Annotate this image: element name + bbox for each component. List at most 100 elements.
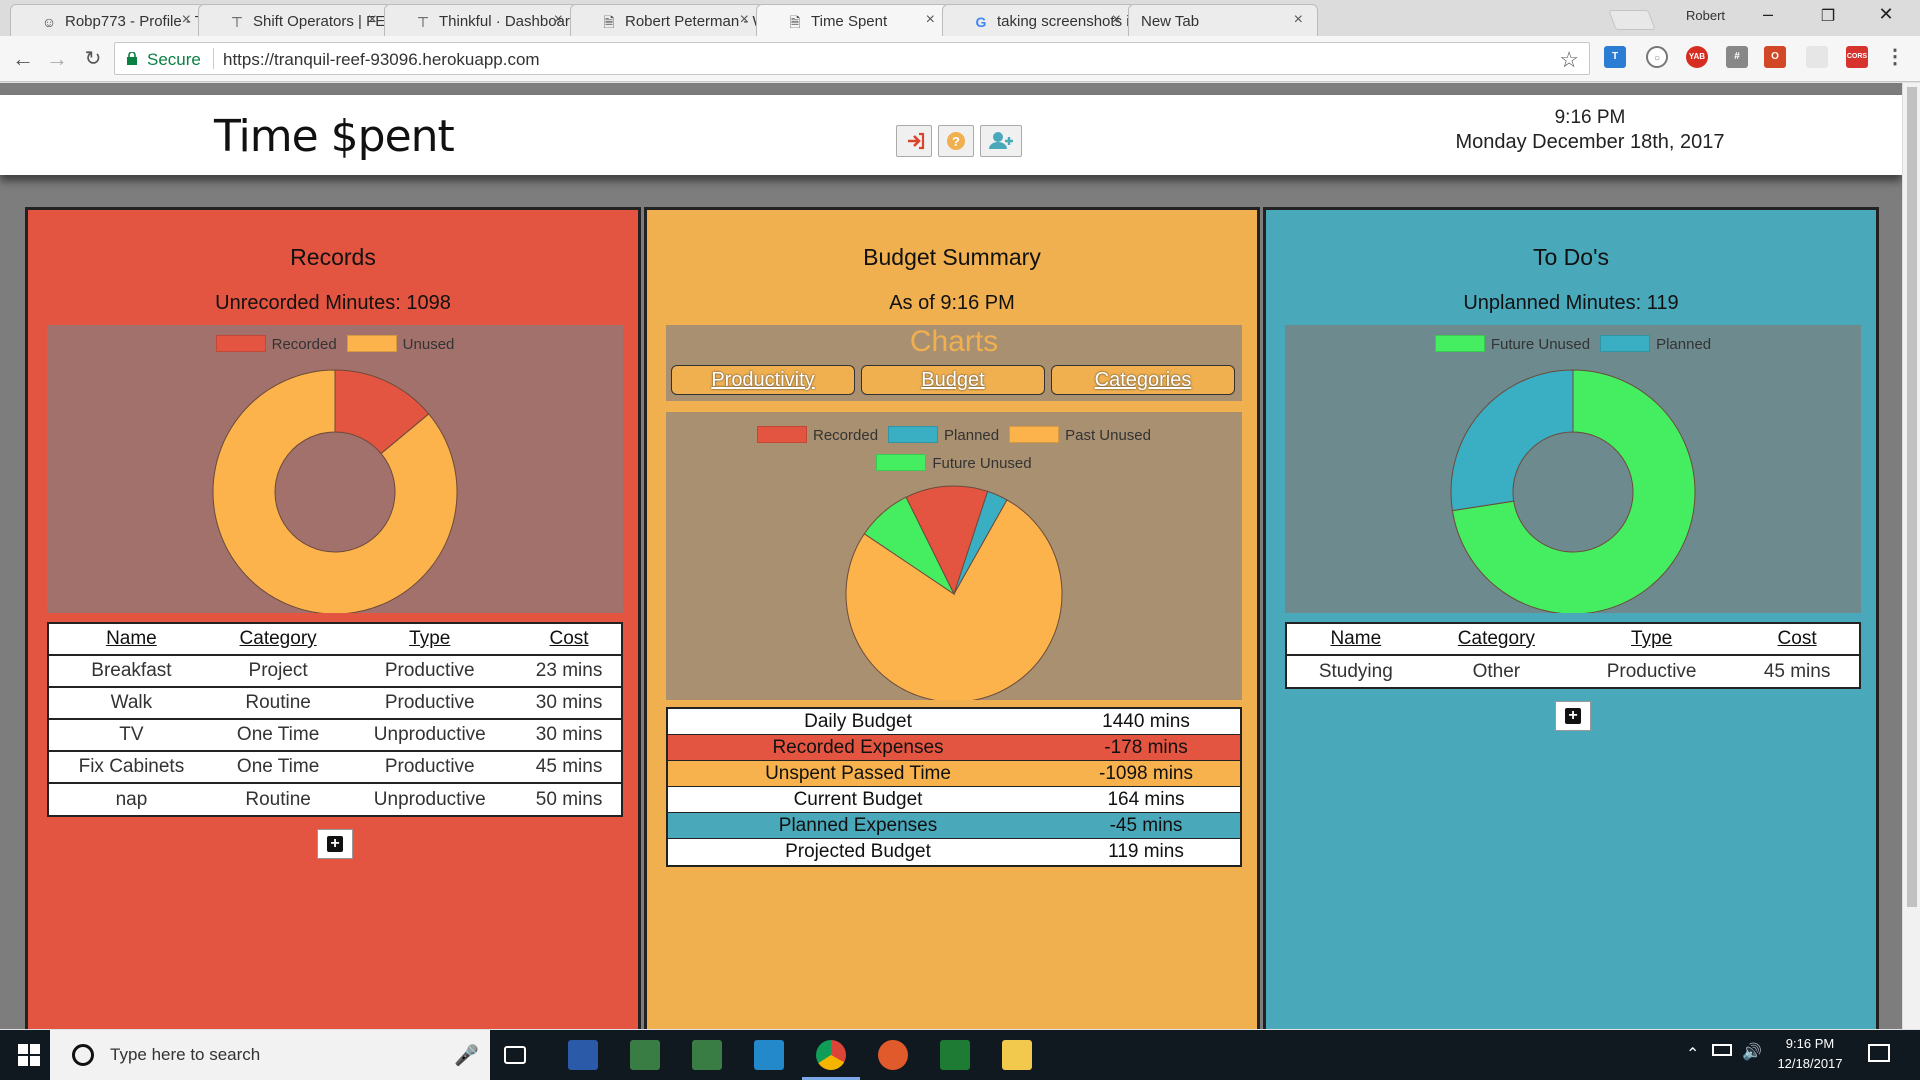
puzzle-ext-icon[interactable]: # (1726, 46, 1748, 68)
circle-ext-icon[interactable]: ○ (1646, 46, 1668, 68)
todos-table: Name Category Type Cost Studying Other Produc… (1285, 622, 1861, 689)
cors-ext-icon[interactable]: CORS (1846, 46, 1868, 68)
chrome-icon[interactable] (816, 1040, 846, 1070)
lock-icon (127, 52, 137, 65)
table-row[interactable]: TV One Time Unproductive 30 mins (49, 718, 621, 751)
windows-start-icon[interactable] (18, 1044, 40, 1066)
minimize-icon[interactable]: – (1748, 4, 1788, 25)
tab-categories[interactable]: Categories (1051, 365, 1235, 395)
git-bash-icon[interactable] (940, 1040, 970, 1070)
table-cell-name: TV (49, 718, 214, 751)
scrollbar-thumb[interactable] (1907, 87, 1917, 907)
thinkful-favicon-icon: ⊤ (416, 14, 430, 30)
unrecorded-minutes: Unrecorded Minutes: 1098 (215, 292, 451, 314)
tab-budget[interactable]: Budget (861, 365, 1045, 395)
budget-row-value: 1440 mins (1102, 711, 1190, 732)
new-tab-button[interactable] (1608, 10, 1656, 30)
chrome-menu-icon[interactable]: ⋮ (1884, 46, 1906, 68)
close-tab-icon[interactable]: × (1112, 11, 1121, 29)
budget-summary-table: Daily Budget 1440 mins Recorded Expenses -1… (666, 707, 1242, 867)
add-todo-button[interactable]: + (1555, 701, 1591, 731)
budget-row-value: -178 mins (1104, 737, 1188, 758)
battery-icon[interactable] (1712, 1044, 1732, 1056)
microphone-icon[interactable]: 🎤 (454, 1043, 479, 1068)
table-cell-category: Routine (213, 686, 343, 719)
column-header-cost[interactable]: Cost (517, 624, 621, 655)
table-cell-type: Productive (1568, 654, 1736, 687)
volume-icon[interactable]: 🔊 (1742, 1042, 1762, 1062)
tray-chevron-icon[interactable]: ⌃ (1686, 1044, 1699, 1064)
add-user-button[interactable] (980, 125, 1022, 157)
help-icon: ? (947, 132, 965, 150)
browser-toolbar: ← → ↻ Secure https://tranquil-reef-93096… (0, 36, 1920, 82)
column-header-type[interactable]: Type (342, 624, 517, 655)
close-tab-icon[interactable]: × (368, 11, 377, 29)
forward-icon[interactable]: → (44, 46, 70, 72)
table-cell-category: Other (1424, 654, 1569, 687)
page-scrollbar[interactable] (1902, 83, 1920, 1029)
notifications-icon[interactable] (1868, 1044, 1890, 1062)
restore-icon[interactable]: ❐ (1808, 6, 1848, 26)
tray-time[interactable]: 9:16 PM (1760, 1036, 1860, 1051)
tab-3[interactable]: 🗎 Robert Peterman - Wel × (570, 4, 764, 36)
file-explorer-icon[interactable] (1002, 1040, 1032, 1070)
tab-6[interactable]: New Tab × (1128, 4, 1318, 36)
column-header-category[interactable]: Category (214, 624, 343, 655)
table-row[interactable]: Fix Cabinets One Time Productive 45 mins (49, 750, 621, 783)
close-tab-icon[interactable]: × (554, 11, 563, 29)
table-cell-name: Studying (1287, 654, 1425, 687)
clock-time: 9:16 PM (1554, 107, 1626, 128)
budget-row-label: Projected Budget (785, 841, 931, 862)
help-button[interactable]: ? (938, 125, 974, 157)
close-tab-icon[interactable]: × (182, 11, 191, 29)
sign-out-button[interactable] (896, 125, 932, 157)
reload-icon[interactable]: ↻ (80, 46, 106, 71)
table-cell-category: One Time (213, 718, 343, 751)
close-tab-icon[interactable]: × (740, 11, 749, 29)
git-icon[interactable] (630, 1040, 660, 1070)
tab-0[interactable]: ☺ Robp773 - Profile - Tra × (10, 4, 206, 36)
back-icon[interactable]: ← (10, 46, 36, 72)
tray-date[interactable]: 12/18/2017 (1760, 1056, 1860, 1071)
close-tab-icon[interactable]: × (1294, 11, 1303, 29)
url-separator (213, 48, 214, 69)
tab-1[interactable]: ⊤Shift Operators | FEWD× (198, 4, 392, 36)
pencil-app-icon[interactable] (878, 1040, 908, 1070)
profile-name[interactable]: Robert (1686, 8, 1725, 23)
thinkful-ext-icon[interactable]: T (1604, 46, 1626, 68)
pie-slice-planned[interactable] (1450, 369, 1574, 512)
budget-row: Daily Budget 1440 mins (668, 709, 1240, 735)
bookmark-star-icon[interactable]: ☆ (1559, 47, 1579, 73)
budget-row-label: Unspent Passed Time (765, 763, 951, 784)
powershell-icon[interactable] (568, 1040, 598, 1070)
column-header-name[interactable]: Name (1287, 624, 1425, 655)
column-header-name[interactable]: Name (49, 624, 214, 655)
column-header-type[interactable]: Type (1568, 624, 1735, 655)
tab-productivity[interactable]: Productivity (671, 365, 855, 395)
table-row[interactable]: nap Routine Unproductive 50 mins (49, 782, 621, 815)
table-cell-category: Routine (213, 782, 343, 815)
url-text[interactable]: https://tranquil-reef-93096.herokuapp.co… (223, 50, 540, 70)
task-view-icon[interactable] (504, 1046, 526, 1064)
office-ext-icon[interactable]: O (1764, 46, 1786, 68)
budget-as-of: As of 9:16 PM (889, 292, 1015, 314)
column-header-category[interactable]: Category (1425, 624, 1568, 655)
close-tab-icon[interactable]: × (926, 11, 935, 29)
git-icon-2[interactable] (692, 1040, 722, 1070)
budget-title: Budget Summary (863, 244, 1041, 270)
blank-ext-icon[interactable] (1806, 46, 1828, 68)
table-row[interactable]: Walk Routine Productive 30 mins (49, 686, 621, 719)
tab-2[interactable]: ⊤ Thinkful · Dashboard × (384, 4, 578, 36)
column-header-cost[interactable]: Cost (1735, 624, 1859, 655)
table-row[interactable]: Breakfast Project Productive 23 mins (49, 654, 621, 687)
yab-ext-icon[interactable]: YAB (1686, 46, 1708, 68)
tab-4[interactable]: 🗎 Time Spent × (756, 4, 950, 36)
avatar-favicon-icon: ☺ (41, 14, 57, 30)
close-window-icon[interactable]: ✕ (1866, 4, 1906, 25)
vscode-icon[interactable] (754, 1040, 784, 1070)
table-row[interactable]: Studying Other Productive 45 mins (1287, 654, 1859, 687)
taskbar-search-box[interactable]: Type here to search 🎤 (50, 1030, 490, 1080)
address-bar[interactable]: Secure https://tranquil-reef-93096.herok… (114, 42, 1590, 75)
tab-5[interactable]: Gtaking screenshots in w× (942, 4, 1136, 36)
add-record-button[interactable]: + (317, 829, 353, 859)
